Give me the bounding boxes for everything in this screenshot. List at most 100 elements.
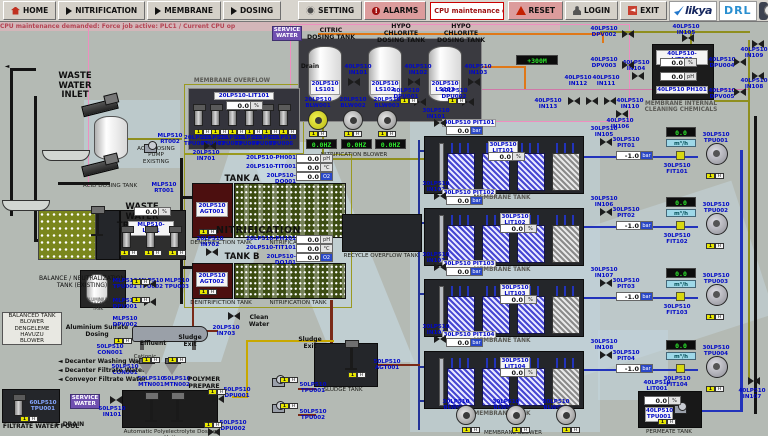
valve-icon[interactable]: [434, 335, 446, 344]
nav-dosing-button[interactable]: DOSING: [222, 1, 282, 20]
nav-membrane-button[interactable]: MEMBRANE: [147, 1, 221, 20]
login-button[interactable]: LOGIN: [565, 1, 619, 20]
device-tag: MLP510 DPV002: [112, 316, 138, 329]
blower-icon[interactable]: [377, 110, 397, 130]
display-unit: bar: [641, 151, 653, 160]
alarms-button[interactable]: ! ALARMS: [364, 1, 427, 20]
reset-button[interactable]: RESET: [507, 1, 564, 20]
valve-icon[interactable]: [348, 78, 360, 87]
device-tag: 20LP510-TIT101: [246, 245, 297, 251]
status-indicator: 1H: [344, 131, 362, 137]
clock-icon[interactable]: [758, 1, 768, 20]
text-label: Clean Water: [248, 314, 270, 328]
nav-nitrification-button[interactable]: NITRIFICATION: [58, 1, 146, 20]
blower-icon[interactable]: [506, 405, 526, 425]
display-unit: %: [525, 295, 537, 304]
device-tag: 40LP510 IN113: [534, 98, 562, 111]
valve-icon[interactable]: [468, 78, 480, 87]
valve-icon[interactable]: [586, 97, 598, 106]
valve-icon[interactable]: [752, 40, 764, 49]
centrifugal-pump-icon[interactable]: [704, 356, 728, 378]
valve-icon[interactable]: [204, 142, 216, 151]
blower-icon[interactable]: [556, 405, 576, 425]
valve-icon[interactable]: [208, 428, 220, 436]
valve-icon[interactable]: [600, 208, 612, 217]
valve-icon[interactable]: [212, 395, 224, 404]
flow-sensor-icon[interactable]: [676, 292, 685, 301]
vertical-pump-icon[interactable]: [261, 104, 274, 126]
agitator-icon[interactable]: [345, 340, 358, 370]
blower-icon[interactable]: [308, 110, 328, 130]
display-value: 0.0: [296, 154, 321, 163]
valve-icon[interactable]: [434, 192, 446, 201]
valve-icon[interactable]: [622, 30, 634, 39]
small-pump-icon[interactable]: [144, 141, 157, 153]
valve-icon[interactable]: [632, 72, 644, 81]
valve-icon[interactable]: [600, 138, 612, 147]
centrifugal-pump-icon[interactable]: [704, 143, 728, 165]
display-value: 0.0: [446, 267, 471, 276]
centrifugal-pump-icon[interactable]: [704, 284, 728, 306]
valve-icon[interactable]: [752, 72, 764, 81]
display-unit: °C: [321, 244, 333, 253]
valve-icon[interactable]: [434, 263, 446, 272]
vertical-pump-icon[interactable]: [278, 104, 291, 126]
display-value: 0.0: [446, 196, 471, 205]
collection-basin[interactable]: [2, 200, 50, 211]
flow-sensor-icon[interactable]: [676, 364, 685, 373]
valve-icon[interactable]: [110, 396, 122, 405]
valve-icon[interactable]: [734, 58, 746, 67]
exit-button[interactable]: ◄ EXIT: [620, 1, 667, 20]
vertical-pump-icon[interactable]: [193, 104, 206, 126]
permeate-stub-pipe: [556, 358, 558, 368]
valve-icon[interactable]: [734, 88, 746, 97]
balance-tank-aeration[interactable]: [38, 210, 96, 260]
device-tag: 20LP510 BLW003: [373, 97, 401, 110]
text-label: ◄ Decanter Filtrate Water: [58, 367, 146, 374]
device-tag: 30LP510 PIT03: [612, 278, 640, 291]
valve-icon[interactable]: [600, 279, 612, 288]
valve-icon[interactable]: [604, 97, 616, 106]
vertical-pump-icon[interactable]: [169, 226, 182, 248]
blower-icon[interactable]: [456, 405, 476, 425]
vertical-pump-icon[interactable]: [121, 226, 134, 248]
text-label: MEMBRANE TANK: [473, 411, 531, 417]
agitator-icon[interactable]: [91, 206, 104, 236]
collection-basin[interactable]: [42, 150, 90, 161]
display-unit: bar: [641, 221, 653, 230]
valve-icon[interactable]: [622, 61, 634, 70]
valve-icon[interactable]: [616, 110, 628, 119]
agitator-icon[interactable]: [171, 392, 184, 422]
flow-sensor-icon[interactable]: [676, 151, 685, 160]
agitator-icon[interactable]: [145, 392, 158, 422]
status-indicator: 1H: [462, 427, 480, 433]
flow-led-display: 0.0: [666, 268, 696, 278]
blower-icon[interactable]: [343, 110, 363, 130]
vertical-pump-icon[interactable]: [13, 394, 26, 416]
centrifugal-pump-icon[interactable]: [704, 213, 728, 235]
vertical-pump-icon[interactable]: [145, 226, 158, 248]
text-label: ◄: [4, 63, 10, 70]
valve-icon[interactable]: [682, 34, 694, 43]
device-tag: 40LP510 DPU004: [708, 57, 736, 70]
valve-icon[interactable]: [748, 377, 760, 386]
nav-home-button[interactable]: HOME: [3, 1, 57, 20]
status-indicator: 1H: [448, 98, 466, 104]
valve-icon[interactable]: [408, 78, 420, 87]
valve-icon[interactable]: [568, 97, 580, 106]
nitrification-tank-b[interactable]: [234, 263, 346, 299]
valve-icon[interactable]: [600, 351, 612, 360]
vertical-pump-icon[interactable]: [244, 104, 257, 126]
valve-icon[interactable]: [228, 312, 240, 321]
small-pump-icon[interactable]: [674, 402, 687, 414]
flow-sensor-icon[interactable]: [676, 221, 685, 230]
status-indicator: 1H: [204, 422, 222, 428]
recycle-overflow-tank[interactable]: [342, 214, 422, 252]
device-tag: 40LP510 IN102: [404, 64, 432, 77]
vertical-pump-icon[interactable]: [210, 104, 223, 126]
flow-unit-chip: m³/h: [666, 209, 696, 217]
valve-icon[interactable]: [434, 119, 446, 128]
valve-icon[interactable]: [206, 248, 218, 257]
setting-button[interactable]: SETTING: [298, 1, 363, 20]
vertical-pump-icon[interactable]: [227, 104, 240, 126]
